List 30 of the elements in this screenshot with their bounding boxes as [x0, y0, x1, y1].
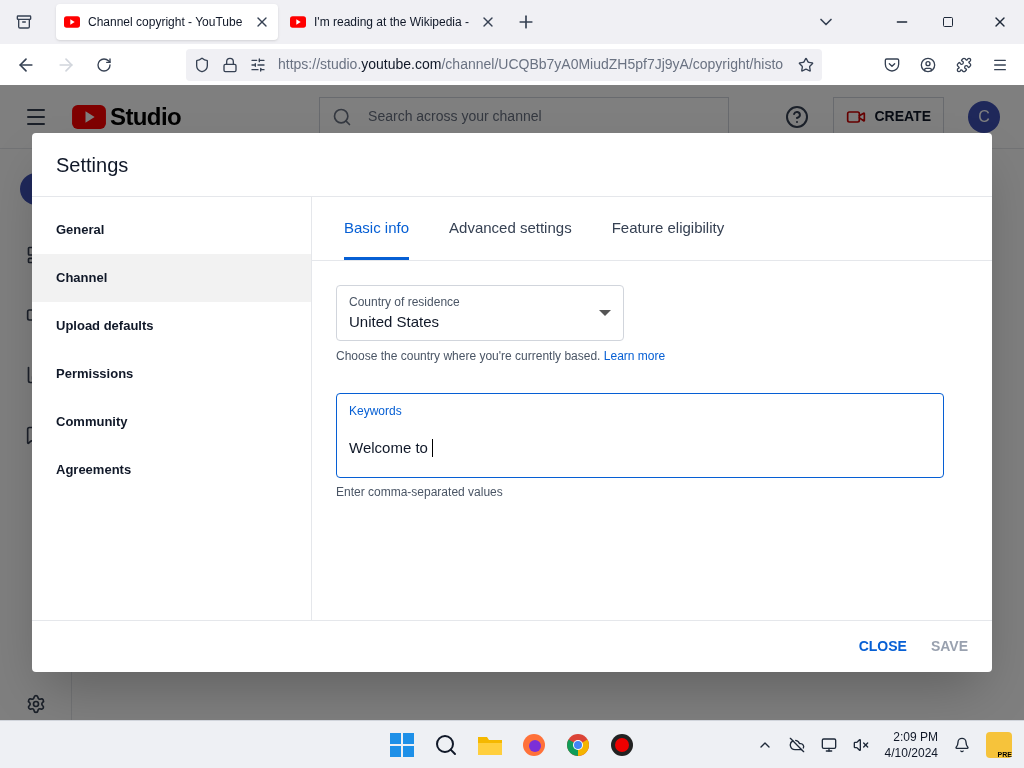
dialog-title: Settings	[56, 152, 129, 178]
learn-more-link[interactable]: Learn more	[603, 349, 666, 363]
browser-tab[interactable]: Channel copyright - YouTube	[56, 4, 278, 40]
field-value: Welcome to	[349, 438, 429, 458]
settings-nav-item[interactable]: Upload defaults	[32, 302, 311, 350]
settings-tab[interactable]: Feature eligibility	[611, 197, 725, 260]
url-text: https://studio.youtube.com/channel/UCQBb7yA0MiudZH5pf7Jj9yA/copyright/histo	[278, 55, 785, 74]
settings-nav-item[interactable]: Community	[32, 398, 311, 446]
settings-nav-item[interactable]: General	[32, 206, 311, 254]
clock-date[interactable]: 4/10/2024	[884, 744, 938, 761]
country-dropdown[interactable]: Country of residence United States	[336, 285, 624, 341]
address-bar[interactable]: https://studio.youtube.com/channel/UCQBb7yA0MiudZH5pf7Jj9yA/copyright/histo	[186, 48, 822, 81]
keywords-help-text: Enter comma-separated values	[336, 484, 504, 501]
browser-tab[interactable]: I'm reading at the Wikipedia -	[282, 4, 504, 40]
tab-title: I'm reading at the Wikipedia -	[314, 14, 471, 31]
dialog-button[interactable]: CLOSE	[858, 636, 907, 657]
country-help-text: Choose the country where you're currently based. Learn more	[336, 348, 667, 365]
studio-logo-text: Studio	[110, 101, 182, 132]
settings-tab[interactable]: Basic info	[344, 197, 410, 260]
field-label: Keywords	[349, 403, 403, 420]
settings-nav-item[interactable]: Agreements	[32, 446, 311, 494]
settings-tab[interactable]: Advanced settings	[449, 197, 572, 260]
settings-nav-item[interactable]: Channel	[32, 254, 311, 302]
tab-title: Channel copyright - YouTube	[88, 14, 244, 31]
keywords-field[interactable]: Keywords Welcome to	[336, 393, 944, 478]
field-value: United States	[349, 311, 441, 332]
avatar[interactable]: C	[968, 100, 1000, 133]
field-label: Country of residence	[349, 293, 461, 311]
settings-nav-item[interactable]: Permissions	[32, 350, 311, 398]
clock-time[interactable]: 2:09 PM	[893, 728, 938, 745]
